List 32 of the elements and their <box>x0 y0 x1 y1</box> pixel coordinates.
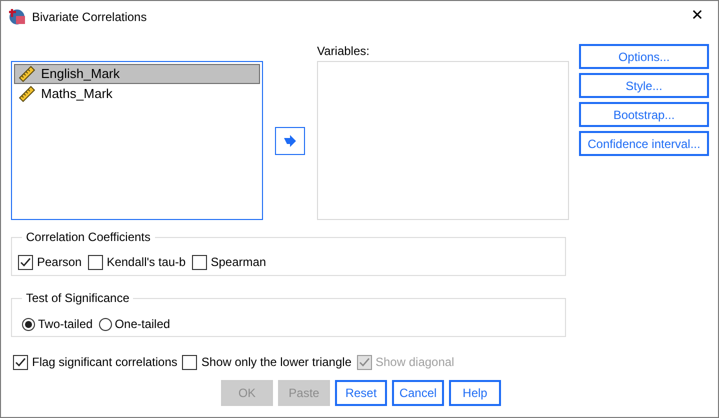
list-item[interactable]: English_Mark <box>14 64 260 84</box>
option-label: Show diagonal <box>376 354 454 371</box>
option-label: One-tailed <box>114 316 170 333</box>
checkbox[interactable] <box>88 254 103 270</box>
dialog-button[interactable]: Cancel <box>392 380 444 406</box>
app-icon <box>9 8 26 25</box>
radio-button[interactable] <box>22 318 35 330</box>
option-label: Pearson <box>37 254 82 271</box>
option-label: Flag significant correlations <box>32 354 178 371</box>
window-title: Bivariate Correlations <box>32 8 147 26</box>
option-label: Kendall's tau-b <box>106 254 186 271</box>
move-button[interactable] <box>275 127 305 155</box>
checkbox[interactable] <box>18 254 33 270</box>
group-title: Test of Significance <box>22 290 134 306</box>
checkbox[interactable] <box>182 354 198 370</box>
dialog-button[interactable]: Help <box>449 380 501 406</box>
dialog-button[interactable]: Options... <box>579 44 709 69</box>
dialog-button[interactable]: Style... <box>579 73 709 98</box>
close-button[interactable]: ✕ <box>691 5 704 28</box>
dialog-button[interactable]: Confidence interval... <box>579 131 709 156</box>
variables-label: Variables: <box>317 44 370 60</box>
arrow-icon <box>283 134 297 148</box>
dialog-button[interactable]: Bootstrap... <box>579 102 709 127</box>
option-label: Two-tailed <box>38 316 93 333</box>
dialog-button[interactable]: Reset <box>335 380 387 406</box>
source-variable-list[interactable]: English_Mark Maths_Mark <box>11 61 263 220</box>
checkbox[interactable] <box>192 254 207 270</box>
radio-button[interactable] <box>98 318 112 330</box>
list-item[interactable]: Maths_Mark <box>14 84 260 104</box>
option-label: Show only the lower triangle <box>201 354 352 371</box>
option-label: Spearman <box>210 254 266 271</box>
checkbox[interactable] <box>13 354 28 370</box>
